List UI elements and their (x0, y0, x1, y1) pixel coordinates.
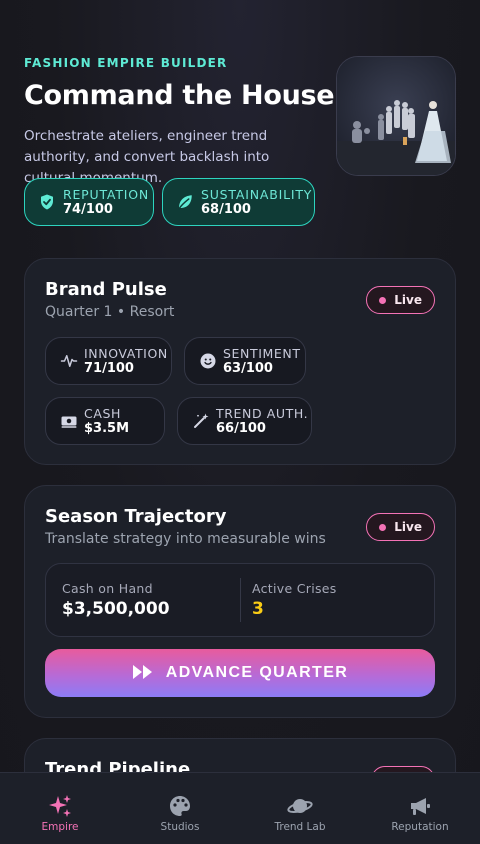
smile-icon (199, 352, 217, 370)
bottom-nav: Empire Studios Trend Lab Reputation (0, 772, 480, 844)
cash-value: $3.5M (84, 420, 130, 436)
page-title: Command the House. (24, 80, 345, 111)
trend-authority-label: TREND AUTH. (216, 405, 309, 421)
cash-on-hand-value: $3,500,000 (62, 599, 170, 619)
sustainability-value: 68/100 (201, 201, 251, 217)
nav-studios-label: Studios (160, 821, 200, 833)
palette-icon (167, 793, 193, 819)
trend-authority-value: 66/100 (216, 420, 266, 436)
magic-wand-icon (192, 412, 210, 430)
hero-section: FASHION EMPIRE BUILDER Command the House… (24, 54, 456, 234)
season-subtitle: Translate strategy into measurable wins (45, 531, 326, 547)
nav-trend-lab[interactable]: Trend Lab (240, 773, 360, 844)
trend-authority-metric: TREND AUTH. 66/100 (177, 397, 312, 445)
reputation-stat: REPUTATION 74/100 (24, 178, 154, 226)
megaphone-icon (407, 793, 433, 819)
cash-metric: CASH $3.5M (45, 397, 165, 445)
season-trajectory-card: Season Trajectory Translate strategy int… (24, 485, 456, 718)
cash-label: CASH (84, 405, 122, 421)
nav-empire-label: Empire (41, 821, 79, 833)
leaf-icon (175, 192, 195, 212)
advance-quarter-button[interactable]: ADVANCE QUARTER (45, 649, 435, 697)
brand-pulse-card: Brand Pulse Quarter 1 • Resort Live INNO… (24, 258, 456, 465)
sentiment-label: SENTIMENT (223, 345, 301, 361)
brand-pulse-title: Brand Pulse (45, 279, 167, 300)
nav-empire[interactable]: Empire (0, 773, 120, 844)
sustainability-label: SUSTAINABILITY (201, 186, 313, 202)
active-crises-value: 3 (252, 599, 264, 619)
sparkles-icon (47, 793, 73, 819)
reputation-label: REPUTATION (63, 186, 150, 202)
pulse-icon (60, 352, 78, 370)
innovation-label: INNOVATION (84, 345, 168, 361)
brand-pulse-subtitle: Quarter 1 • Resort (45, 304, 175, 320)
live-label: Live (394, 520, 422, 534)
live-badge: Live (366, 513, 435, 541)
sentiment-value: 63/100 (223, 360, 273, 376)
nav-reputation[interactable]: Reputation (360, 773, 480, 844)
live-badge: Live (366, 286, 435, 314)
sustainability-stat: SUSTAINABILITY 68/100 (162, 178, 315, 226)
shield-check-icon (37, 192, 57, 212)
innovation-metric: INNOVATION 71/100 (45, 337, 172, 385)
advance-quarter-label: ADVANCE QUARTER (165, 664, 349, 681)
nav-trend-lab-label: Trend Lab (274, 821, 326, 833)
planet-icon (287, 793, 313, 819)
live-label: Live (394, 293, 422, 307)
nav-studios[interactable]: Studios (120, 773, 240, 844)
season-summary: Cash on Hand $3,500,000 Active Crises 3 (45, 563, 435, 637)
live-dot (379, 523, 387, 531)
active-crises-label: Active Crises (252, 581, 337, 596)
season-title: Season Trajectory (45, 506, 227, 527)
divider (240, 578, 241, 622)
cash-on-hand-label: Cash on Hand (62, 581, 153, 596)
innovation-value: 71/100 (84, 360, 134, 376)
runway-image (336, 56, 456, 176)
sentiment-metric: SENTIMENT 63/100 (184, 337, 306, 385)
nav-reputation-label: Reputation (391, 821, 449, 833)
fast-forward-icon (132, 664, 154, 683)
live-dot (379, 296, 387, 304)
money-icon (60, 412, 78, 430)
reputation-value: 74/100 (63, 201, 113, 217)
app-eyebrow: FASHION EMPIRE BUILDER (24, 56, 228, 70)
